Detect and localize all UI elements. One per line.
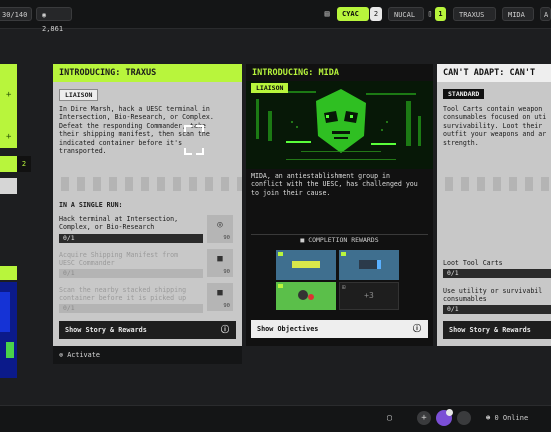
card-title: INTRODUCING: TRAXUS <box>53 64 242 82</box>
faction-tab-traxus[interactable]: TRAXUS <box>453 7 496 21</box>
card-tag: LIAISON <box>59 89 99 101</box>
button-label: Show Story & Rewards <box>65 326 147 334</box>
card-title: CAN'T ADAPT: CAN'T <box>437 64 551 82</box>
coin-icon: ◉ <box>42 11 47 19</box>
task-reward-value: 90 <box>223 269 230 275</box>
task-reward-value: 90 <box>223 235 230 241</box>
activate-button[interactable]: ⊗ Activate <box>53 346 242 364</box>
task-progress: 0/1 <box>59 234 203 243</box>
task-progress: 0/1 <box>59 269 203 278</box>
card-divider <box>437 177 551 191</box>
target-icon: ◎ <box>217 220 223 230</box>
card-description: Tool Carts contain weapon consumables fo… <box>443 105 547 147</box>
faction-tab-nucal[interactable]: NUCAL <box>388 7 424 21</box>
card-tag: LIAISON <box>251 83 289 93</box>
online-count: 0 Online <box>494 414 529 422</box>
notification-badge <box>446 409 453 416</box>
chat-icon[interactable]: ▢ <box>387 413 392 422</box>
reward-tile[interactable] <box>339 250 399 280</box>
reward-more-count: +3 <box>364 291 374 300</box>
faction-tab-mida[interactable]: MIDA <box>502 7 534 21</box>
controller-icon[interactable]: ▤ <box>322 9 332 18</box>
info-icon: ⓘ <box>413 324 421 333</box>
battery-icon: ▯ <box>427 9 433 18</box>
currency-counter: ◉ 2,861 <box>36 7 72 33</box>
left-card-header: + + <box>0 64 17 148</box>
faction-tab-cyac[interactable]: CYAC <box>337 7 369 21</box>
task-text: Acquire Shipping Manifest from UESC Comm… <box>59 251 179 268</box>
left-progress-bar <box>0 156 17 172</box>
task-reward-locked: ■ 90 <box>207 283 233 311</box>
show-story-rewards-button[interactable]: Show Story & Rewards ⓘ <box>59 321 236 339</box>
online-status[interactable]: ☻ 0 Online <box>486 414 528 422</box>
top-bar: 30/140 ◉ 2,861 ▤ CYAC 2 NUCAL ▯ 1 TRAXUS… <box>0 0 551 33</box>
button-label: Show Story & Rewards <box>449 326 531 334</box>
close-circle-icon: ⊗ <box>59 351 64 359</box>
add-friend-icon[interactable]: + <box>417 411 431 425</box>
task-reward-value: 90 <box>223 303 230 309</box>
show-objectives-button[interactable]: Show Objectives ⓘ <box>251 320 428 338</box>
card-tag: STANDARD <box>443 89 485 99</box>
button-label: Show Objectives <box>257 325 319 333</box>
left-lower-header <box>0 266 17 280</box>
left-image <box>0 282 17 378</box>
task-progress: 0/1 <box>443 269 551 278</box>
card-description: In Dire Marsh, hack a UESC terminal in I… <box>59 105 214 156</box>
card-divider <box>53 177 242 191</box>
task-text: Scan the nearby stacked shipping contain… <box>59 286 187 303</box>
mida-artwork <box>246 81 433 169</box>
grid-icon: ⊞ <box>342 284 346 291</box>
show-story-rewards-button[interactable]: Show Story & Rewards <box>443 321 551 339</box>
lock-icon: ■ <box>217 288 223 298</box>
currency-value: 2,861 <box>42 25 64 33</box>
task-reward: ◎ 90 <box>207 215 233 243</box>
task-progress: 0/1 <box>443 305 551 314</box>
faction-tab-partial[interactable]: A <box>540 7 551 21</box>
plus-icon-secondary: + <box>6 132 12 142</box>
left-button[interactable] <box>0 178 17 194</box>
left-progress-count: 2 <box>17 156 31 172</box>
info-icon: ⓘ <box>221 325 229 334</box>
card-description: MIDA, an antiestablishment group in conf… <box>251 172 418 197</box>
lock-icon: ■ <box>217 254 223 264</box>
task-text: Use utility or survivabil consumables <box>443 287 543 304</box>
rewards-header: ■ COMPLETION REWARDS <box>246 235 433 245</box>
bottom-bar: ▢ + ☻ 0 Online <box>0 405 551 432</box>
task-text: Hack terminal at Intersection, Complex, … <box>59 215 179 232</box>
faction-count-nucal: 1 <box>435 7 446 21</box>
rewards-label: COMPLETION REWARDS <box>308 236 379 244</box>
reward-tile[interactable] <box>276 250 336 280</box>
card-title: INTRODUCING: MIDA <box>246 64 433 82</box>
plus-icon: + <box>6 90 12 100</box>
quest-card-adapt: CAN'T ADAPT: CAN'T STANDARD Tool Carts c… <box>437 64 551 346</box>
activate-label: Activate <box>67 351 100 359</box>
task-reward-locked: ■ 90 <box>207 249 233 277</box>
progress-counter: 30/140 <box>0 7 32 21</box>
reward-tile[interactable] <box>276 282 336 310</box>
lock-icon: ■ <box>300 236 305 244</box>
reward-more-tile[interactable]: ⊞ +3 <box>339 282 399 310</box>
task-progress: 0/1 <box>59 304 203 313</box>
quest-card-mida: INTRODUCING: MIDA LIAISON MIDA, an antie… <box>246 64 433 346</box>
quest-card-traxus: INTRODUCING: TRAXUS LIAISON In Dire Mars… <box>53 64 242 346</box>
task-text: Loot Tool Carts <box>443 259 503 267</box>
party-slot-icon[interactable] <box>457 411 471 425</box>
faction-count-cyac: 2 <box>370 7 382 21</box>
section-label: IN A SINGLE RUN: <box>59 201 123 209</box>
people-icon: ☻ <box>486 414 491 422</box>
selection-cursor-icon <box>184 125 204 155</box>
